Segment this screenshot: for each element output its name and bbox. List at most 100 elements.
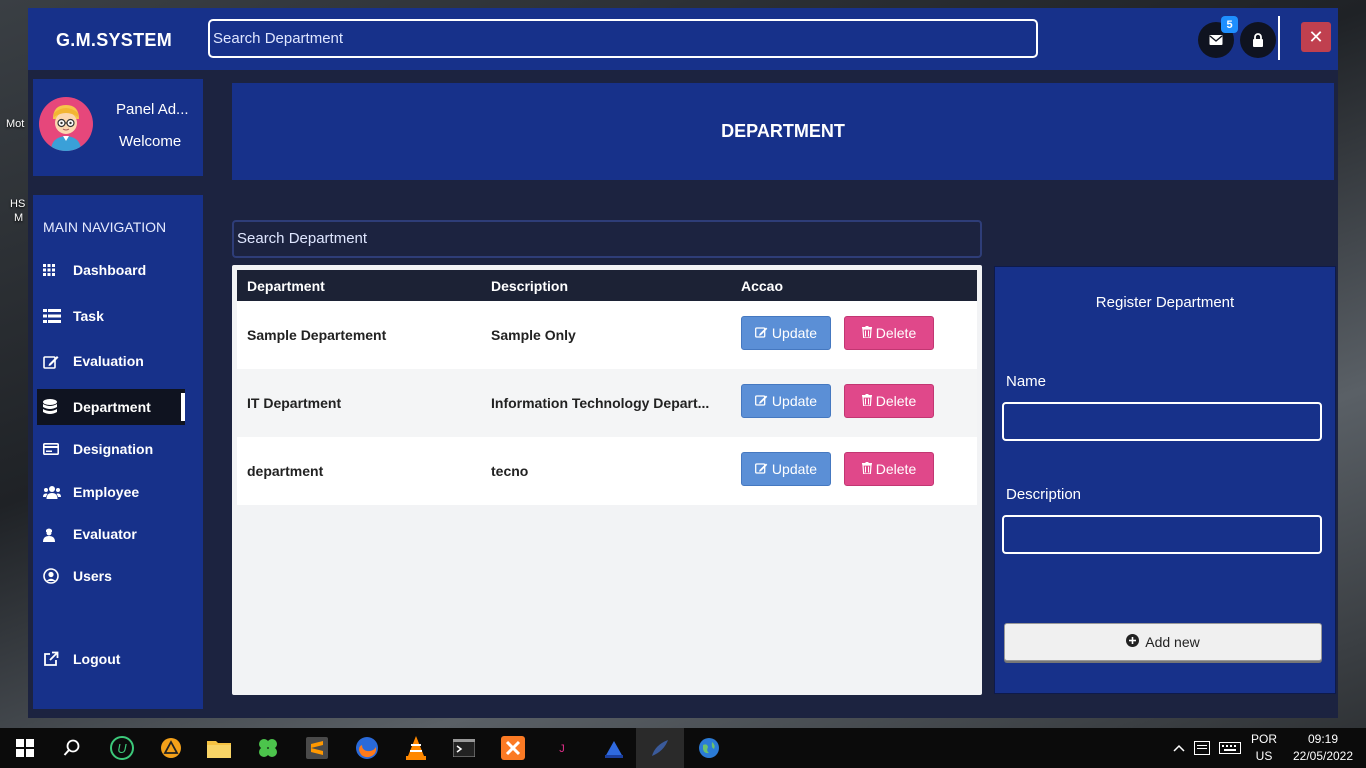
sidebar-nav: MAIN NAVIGATION Dashboard Task Evaluatio… <box>33 195 203 709</box>
name-field[interactable] <box>1002 402 1322 441</box>
taskbar: U J POR US 09:19 22/05/2022 <box>0 728 1366 768</box>
sidebar-item-logout[interactable]: Logout <box>37 641 185 677</box>
nav-header: MAIN NAVIGATION <box>43 219 167 235</box>
delete-button[interactable]: Delete <box>844 452 934 486</box>
sidebar-item-label: Dashboard <box>73 262 147 278</box>
list-icon <box>37 309 67 323</box>
clock-time[interactable]: 09:19 <box>1290 732 1356 746</box>
user-circle-icon <box>37 568 67 584</box>
firefox-icon[interactable] <box>355 736 379 760</box>
column-header-action: Accao <box>741 278 784 294</box>
keyboard-layout[interactable]: US <box>1250 749 1278 763</box>
sidebar-item-label: Employee <box>73 484 140 500</box>
close-icon: ✕ <box>1308 26 1324 47</box>
upwork-app-icon[interactable]: U <box>110 736 134 760</box>
cell-department: IT Department <box>247 395 342 411</box>
cell-department: Sample Departement <box>247 327 387 343</box>
search-icon[interactable] <box>60 736 84 760</box>
lock-button[interactable] <box>1240 22 1276 58</box>
external-link-icon <box>37 651 67 667</box>
close-button[interactable]: ✕ <box>1301 22 1331 52</box>
page-title: DEPARTMENT <box>232 83 1334 180</box>
cell-description: tecno <box>491 463 529 479</box>
avatar <box>39 97 93 151</box>
database-icon <box>37 399 67 415</box>
profile-card: Panel Ad... Welcome <box>33 79 203 176</box>
globe-icon[interactable] <box>697 736 721 760</box>
sidebar-item-label: Evaluation <box>73 353 144 369</box>
sidebar-item-label: Department <box>73 399 151 415</box>
department-search-input[interactable]: Search Department <box>232 220 982 258</box>
update-button[interactable]: Update <box>741 384 831 418</box>
xampp-icon[interactable] <box>501 736 525 760</box>
add-new-button[interactable]: Add new <box>1004 623 1322 661</box>
delete-button[interactable]: Delete <box>844 384 934 418</box>
lock-icon <box>1253 33 1263 47</box>
app-window: G.M.SYSTEM Search Department 5 ✕ Panel A… <box>28 8 1338 718</box>
mail-icon <box>1209 35 1223 45</box>
windows-start-icon[interactable] <box>13 736 37 760</box>
warning-app-icon[interactable] <box>159 736 183 760</box>
delete-label: Delete <box>875 393 917 409</box>
top-bar-divider <box>1278 16 1280 60</box>
trash-icon <box>861 325 872 341</box>
sidebar-item-label: Evaluator <box>73 526 137 542</box>
sidebar-item-label: Users <box>73 568 112 584</box>
app-feather-icon[interactable] <box>648 736 672 760</box>
java-app-icon[interactable]: J <box>550 736 574 760</box>
trash-icon <box>861 393 872 409</box>
folder-icon[interactable] <box>207 736 231 760</box>
svg-text:J: J <box>559 743 565 755</box>
trash-icon <box>861 461 872 477</box>
users-icon <box>37 485 67 499</box>
clock-date[interactable]: 22/05/2022 <box>1288 749 1358 763</box>
sidebar-item-label: Logout <box>73 651 121 667</box>
brand-title: G.M.SYSTEM <box>56 30 173 50</box>
update-label: Update <box>771 393 818 409</box>
vlc-icon[interactable] <box>404 736 428 760</box>
cell-description: Information Technology Depart... <box>491 395 710 411</box>
description-field[interactable] <box>1002 515 1322 554</box>
table-row: Sample Departement Sample Only Update De… <box>237 301 977 369</box>
desktop-label-1: Mot <box>6 118 25 130</box>
update-button[interactable]: Update <box>741 316 831 350</box>
sublime-app-icon[interactable] <box>305 736 329 760</box>
cell-description: Sample Only <box>491 327 576 343</box>
delete-label: Delete <box>875 325 917 341</box>
sidebar-item-dashboard[interactable]: Dashboard <box>37 252 185 288</box>
grid-icon <box>37 264 67 276</box>
person-icon <box>37 527 67 542</box>
sidebar-item-evaluation[interactable]: Evaluation <box>37 343 185 379</box>
sidebar-item-label: Task <box>73 308 104 324</box>
cell-department: department <box>247 463 324 479</box>
description-label: Description <box>1006 486 1082 503</box>
sidebar-item-employee[interactable]: Employee <box>37 474 185 510</box>
desktop-label-2: HS <box>10 198 26 210</box>
name-label: Name <box>1006 373 1047 390</box>
chevron-up-icon[interactable] <box>1167 736 1191 760</box>
terminal-icon[interactable] <box>452 736 476 760</box>
mail-button[interactable]: 5 <box>1198 16 1238 58</box>
sidebar-item-designation[interactable]: Designation <box>37 431 185 467</box>
sidebar-item-evaluator[interactable]: Evaluator <box>37 516 185 552</box>
sidebar-item-task[interactable]: Task <box>37 298 185 334</box>
top-search-input[interactable]: Search Department <box>208 19 1038 58</box>
keyboard-icon[interactable] <box>1218 736 1242 760</box>
input-language[interactable]: POR <box>1250 732 1278 746</box>
top-bar: G.M.SYSTEM Search Department 5 ✕ <box>28 8 1338 70</box>
notes-icon[interactable] <box>1190 736 1214 760</box>
delete-label: Delete <box>875 461 917 477</box>
mail-badge: 5 <box>1221 16 1238 33</box>
sidebar-item-users[interactable]: Users <box>37 558 185 594</box>
edit-icon <box>37 354 67 369</box>
register-form: Register Department Name Description Add… <box>994 266 1336 694</box>
sidebar-item-department[interactable]: Department <box>37 389 185 425</box>
update-button[interactable]: Update <box>741 452 831 486</box>
clover-app-icon[interactable] <box>256 736 280 760</box>
department-table: Department Description Accao Sample Depa… <box>232 265 982 695</box>
card-icon <box>37 443 67 455</box>
app-blue-icon[interactable] <box>602 736 626 760</box>
delete-button[interactable]: Delete <box>844 316 934 350</box>
update-label: Update <box>771 325 818 341</box>
update-label: Update <box>771 461 818 477</box>
